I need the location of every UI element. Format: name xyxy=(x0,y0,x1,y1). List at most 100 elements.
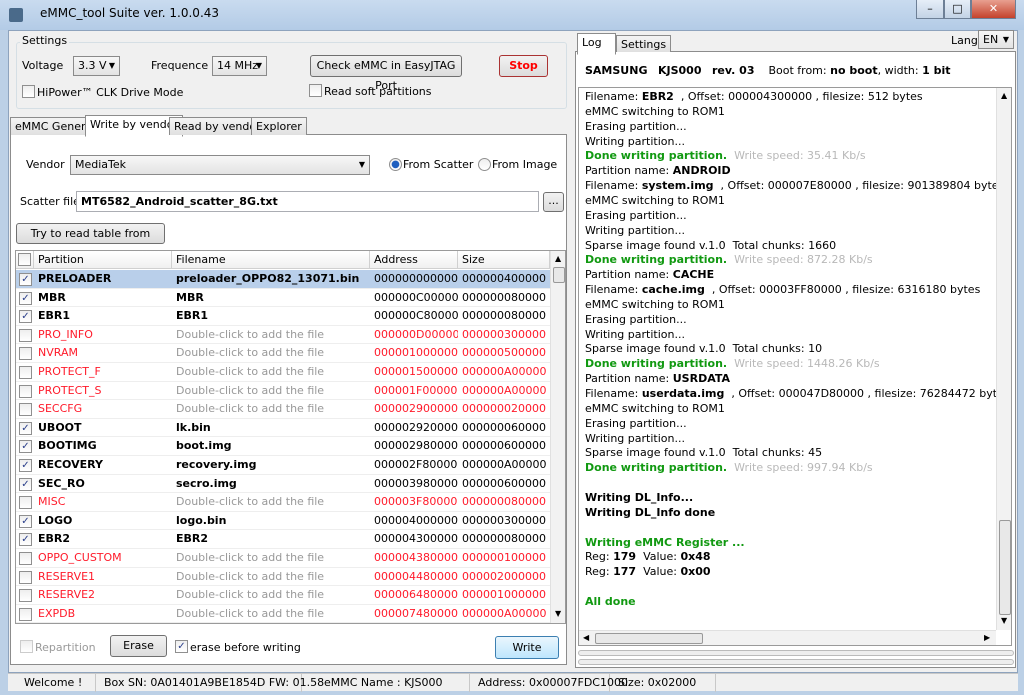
row-checkbox[interactable] xyxy=(19,552,32,565)
row-checkbox[interactable]: ✓ xyxy=(19,477,32,491)
row-checkbox[interactable] xyxy=(19,384,32,398)
row-checkbox[interactable]: ✓ xyxy=(19,421,32,435)
table-row[interactable]: ✓ EBR2 EBR2 000004300000 000000080000 xyxy=(16,530,550,549)
read-soft-checkbox[interactable] xyxy=(309,84,322,97)
stop-button[interactable]: Stop xyxy=(499,55,548,77)
row-checkbox[interactable]: ✓ xyxy=(19,459,32,472)
partition-filename[interactable]: preloader_OPPO82_13071.bin xyxy=(172,270,370,288)
partition-filename[interactable]: Double-click to add the file xyxy=(172,382,370,400)
write-button[interactable]: Write xyxy=(495,636,559,659)
scroll-up-icon[interactable]: ▲ xyxy=(1001,91,1007,100)
erase-button[interactable]: Erase xyxy=(110,635,167,657)
table-row[interactable]: ✓ UBOOT lk.bin 000002920000 000000060000 xyxy=(16,419,550,438)
table-row[interactable]: RESERVE2 Double-click to add the file 0000… xyxy=(16,586,550,605)
row-checkbox[interactable]: ✓ xyxy=(19,310,32,324)
row-checkbox[interactable]: ✓ xyxy=(19,514,32,528)
partition-filename[interactable]: Double-click to add the file xyxy=(172,586,370,604)
header-select-all[interactable] xyxy=(16,251,34,269)
partition-filename[interactable]: Double-click to add the file xyxy=(172,344,370,362)
table-row[interactable]: ✓ BOOTIMG boot.img 000002980000 000000600000 xyxy=(16,437,550,456)
log-line: Writing DL_Info... xyxy=(585,490,693,505)
table-row[interactable]: NVRAM Double-click to add the file 0000010… xyxy=(16,344,550,363)
partition-filename[interactable]: Double-click to add the file xyxy=(172,493,370,511)
column-header-size[interactable]: Size xyxy=(458,251,550,269)
log-output[interactable]: Filename: EBR2 , Offset: 000004300000 , … xyxy=(578,87,1012,646)
scroll-down-icon[interactable]: ▼ xyxy=(1001,616,1007,625)
partition-filename[interactable]: Double-click to add the file xyxy=(172,605,370,623)
row-checkbox[interactable] xyxy=(19,403,32,417)
partition-filename[interactable]: boot.img xyxy=(172,437,370,455)
from-image-radio[interactable] xyxy=(478,158,491,171)
partition-filename[interactable]: lk.bin xyxy=(172,419,370,437)
maximize-button[interactable]: □ xyxy=(944,0,971,19)
table-row[interactable]: ✓ LOGO logo.bin 000004000000 000000300000 xyxy=(16,512,550,531)
row-checkbox[interactable] xyxy=(19,328,32,342)
hipower-checkbox[interactable] xyxy=(22,85,35,98)
table-row[interactable]: ✓ EBR1 EBR1 000000C80000 000000080000 xyxy=(16,307,550,326)
vendor-select[interactable]: MediaTek ▼ xyxy=(70,155,370,175)
log-hscrollbar[interactable]: ◀ ▶ xyxy=(579,630,996,645)
partition-filename[interactable]: Double-click to add the file xyxy=(172,326,370,344)
read-table-button[interactable]: Try to read table from emmc xyxy=(16,223,165,259)
voltage-select[interactable]: 3.3 V ▼ xyxy=(73,56,120,76)
partition-filename[interactable]: Double-click to add the file xyxy=(172,568,370,586)
frequence-select[interactable]: 14 MHz ▼ xyxy=(212,56,267,76)
table-row[interactable]: OPPO_CUSTOM Double-click to add the file 0… xyxy=(16,549,550,568)
minimize-button[interactable]: – xyxy=(916,0,944,19)
partition-filename[interactable]: Double-click to add the file xyxy=(172,400,370,418)
column-header-address[interactable]: Address xyxy=(370,251,458,269)
table-row[interactable]: RESERVE1 Double-click to add the file 0000… xyxy=(16,568,550,587)
partition-filename[interactable]: EBR2 xyxy=(172,530,370,548)
table-row[interactable]: ✓ MBR MBR 000000C00000 000000080000 xyxy=(16,289,550,308)
partition-filename[interactable]: Double-click to add the file xyxy=(172,549,370,567)
table-row[interactable]: ✓ PRELOADER preloader_OPPO82_13071.bin 0000… xyxy=(16,270,550,289)
table-row[interactable]: PRO_INFO Double-click to add the file 0000… xyxy=(16,326,550,345)
log-vscrollbar[interactable]: ▲ ▼ xyxy=(996,88,1011,630)
lang-select[interactable]: EN ▼ xyxy=(978,30,1014,49)
log-scroll-thumb[interactable] xyxy=(999,520,1011,615)
partition-filename[interactable]: MBR xyxy=(172,289,370,307)
erase-before-checkbox[interactable]: ✓ xyxy=(175,640,188,653)
partition-filename[interactable]: logo.bin xyxy=(172,512,370,530)
partition-filename[interactable]: secro.img xyxy=(172,475,370,493)
log-hscroll-thumb[interactable] xyxy=(595,633,703,644)
scroll-right-icon[interactable]: ▶ xyxy=(984,633,990,642)
select-all-checkbox[interactable] xyxy=(18,253,31,266)
browse-button[interactable]: ... xyxy=(543,192,564,212)
table-row[interactable]: ✓ SEC_RO secro.img 000003980000 000000600000 xyxy=(16,475,550,494)
row-checkbox[interactable] xyxy=(19,589,32,603)
table-scrollbar[interactable]: ▲ ▼ xyxy=(550,251,565,623)
check-emmc-button[interactable]: Check eMMC in EasyJTAG Port xyxy=(310,55,462,92)
scroll-down-icon[interactable]: ▼ xyxy=(555,609,561,618)
partition-filename[interactable]: Double-click to add the file xyxy=(172,363,370,381)
row-checkbox[interactable] xyxy=(19,347,32,361)
tab-log[interactable]: Log xyxy=(577,33,616,55)
row-checkbox[interactable]: ✓ xyxy=(19,273,32,286)
row-checkbox[interactable] xyxy=(19,570,32,584)
table-row[interactable]: MISC Double-click to add the file 000003F8… xyxy=(16,493,550,512)
from-scatter-radio[interactable]: ● xyxy=(389,158,402,171)
tab-settings[interactable]: Settings xyxy=(616,35,672,52)
row-checkbox[interactable] xyxy=(19,607,32,621)
scroll-thumb[interactable] xyxy=(553,267,565,283)
row-checkbox[interactable]: ✓ xyxy=(19,440,32,454)
row-checkbox[interactable]: ✓ xyxy=(19,291,32,305)
table-row[interactable]: ✓ RECOVERY recovery.img 000002F80000 000000A… xyxy=(16,456,550,475)
repartition-checkbox[interactable] xyxy=(20,640,33,653)
partition-filename[interactable]: EBR1 xyxy=(172,307,370,325)
table-row[interactable]: PROTECT_S Double-click to add the file 000… xyxy=(16,382,550,401)
column-header-filename[interactable]: Filename xyxy=(172,251,370,269)
close-button[interactable]: ✕ xyxy=(971,0,1016,19)
row-checkbox[interactable] xyxy=(19,496,32,510)
table-row[interactable]: PROTECT_F Double-click to add the file 000… xyxy=(16,363,550,382)
partition-filename[interactable]: recovery.img xyxy=(172,456,370,474)
tab-explorer[interactable]: Explorer xyxy=(251,117,307,135)
row-checkbox[interactable]: ✓ xyxy=(19,533,32,547)
column-header-partition[interactable]: Partition xyxy=(34,251,172,269)
table-row[interactable]: EXPDB Double-click to add the file 0000074… xyxy=(16,605,550,623)
scroll-left-icon[interactable]: ◀ xyxy=(583,633,589,642)
scroll-up-icon[interactable]: ▲ xyxy=(555,254,561,263)
table-row[interactable]: SECCFG Double-click to add the file 000002… xyxy=(16,400,550,419)
scatter-file-input[interactable]: MT6582_Android_scatter_8G.txt xyxy=(76,191,539,212)
row-checkbox[interactable] xyxy=(19,366,32,379)
